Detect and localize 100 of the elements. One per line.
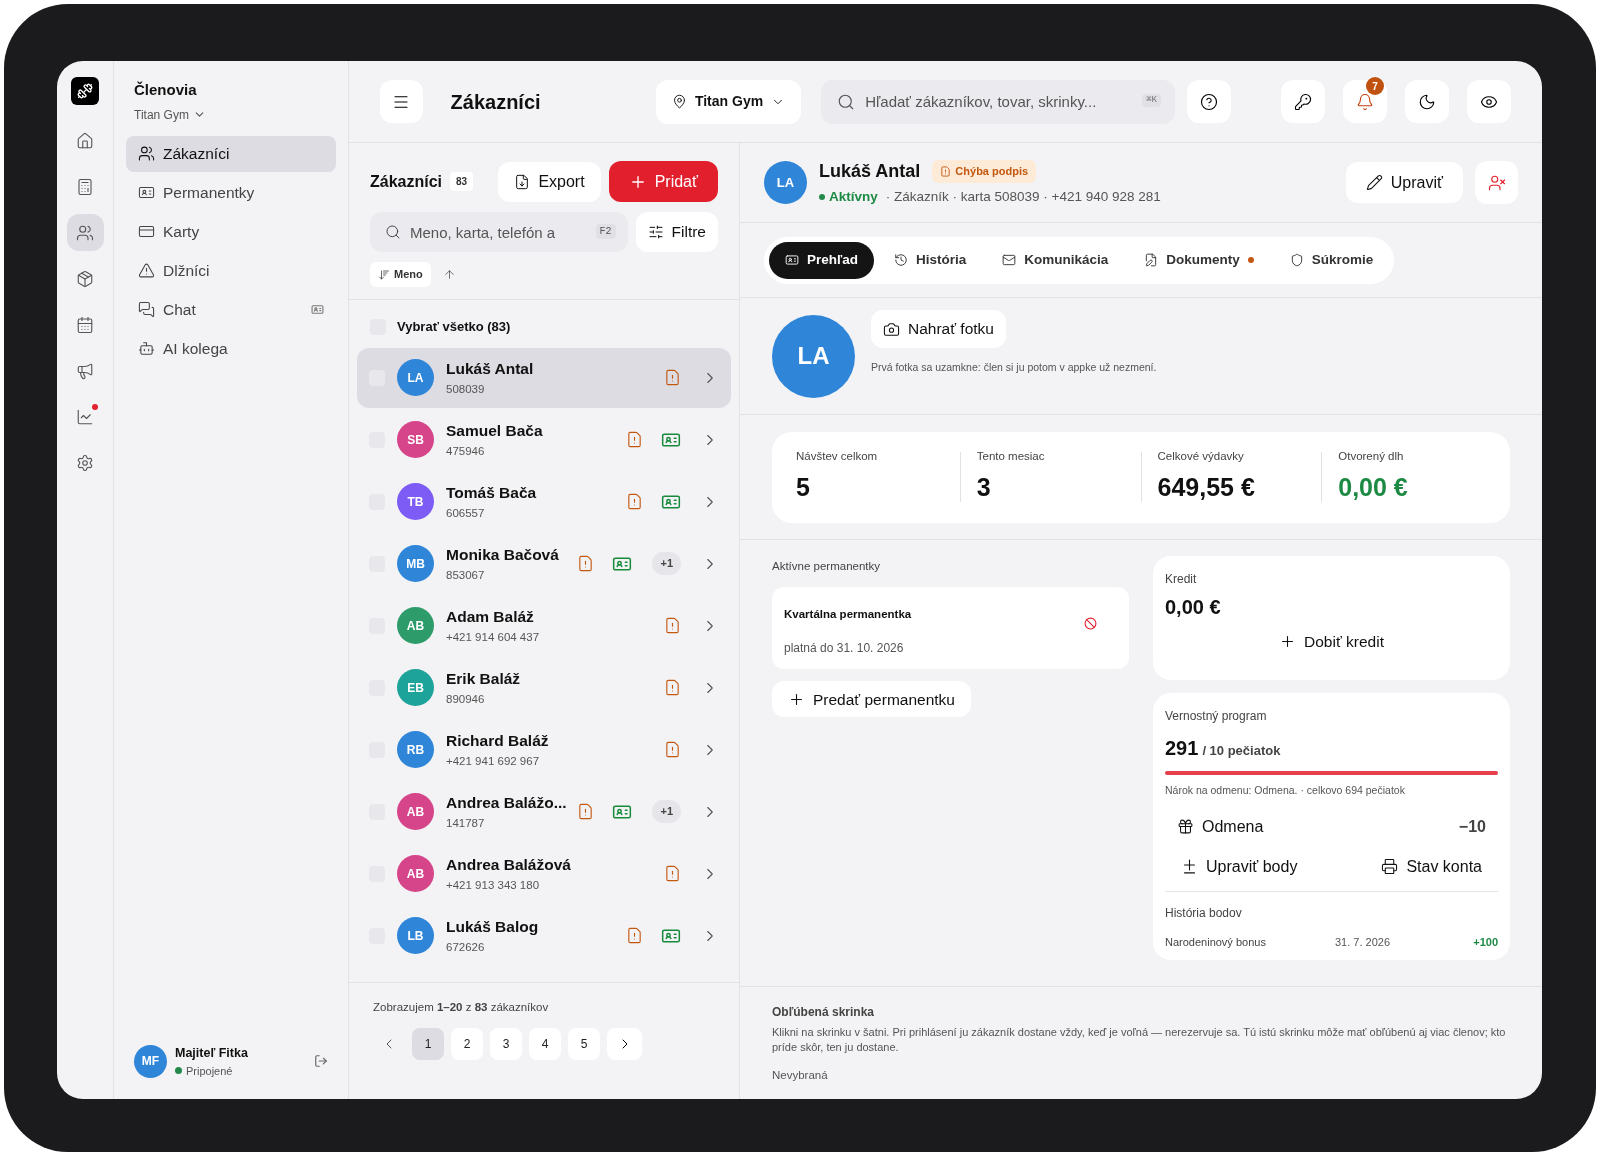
- export-button[interactable]: Export: [498, 161, 601, 202]
- customer-row[interactable]: AB Adam Baláž +421 914 604 437: [357, 595, 731, 656]
- customer-avatar: MB: [397, 545, 434, 582]
- pass-card[interactable]: Kvartálna permanentka platná do 31. 10. 2026: [772, 587, 1129, 670]
- key-button[interactable]: [1281, 80, 1325, 123]
- top-up-button[interactable]: Dobiť kredit: [1279, 630, 1384, 654]
- customer-row[interactable]: AB Andrea Balážová +421 913 343 180: [357, 843, 731, 904]
- location-selector[interactable]: Titan Gym: [655, 79, 802, 124]
- preview-button[interactable]: [1467, 80, 1511, 123]
- count-badge: 83: [450, 172, 474, 191]
- rail-button[interactable]: [66, 214, 104, 251]
- sidebar-item[interactable]: Karty: [126, 213, 336, 250]
- page-button[interactable]: 5: [568, 1028, 600, 1061]
- customer-status: Aktívny: [829, 187, 878, 206]
- customer-name: Monika Bačová: [446, 545, 560, 566]
- user-status: Pripojené: [186, 1063, 233, 1079]
- logout-icon[interactable]: [314, 1054, 328, 1069]
- settings-icon: [76, 453, 94, 472]
- user-avatar: MF: [134, 1044, 167, 1078]
- deactivate-button[interactable]: [1475, 161, 1518, 204]
- stat-label: Tento mesiac: [976, 448, 1046, 464]
- help-button[interactable]: [1187, 80, 1231, 123]
- locker-title: Obľúbená skrinka: [772, 1004, 875, 1021]
- customer-row[interactable]: AB Andrea Balážo... 141787 +1: [357, 781, 731, 842]
- filter-button[interactable]: Filtre: [635, 212, 718, 252]
- tab[interactable]: Prehľad: [769, 241, 874, 279]
- home-icon: [76, 131, 94, 150]
- printer-icon: [1381, 858, 1399, 876]
- file-download-icon: [514, 173, 531, 190]
- customer-row[interactable]: LB Lukáš Balog 672626: [357, 905, 731, 966]
- customer-row[interactable]: EB Erik Baláž 890946: [357, 657, 731, 718]
- sidebar-label: Zákazníci: [163, 143, 231, 164]
- stat-value: 0,00 €: [1338, 471, 1409, 503]
- notification-count: 7: [1366, 77, 1384, 95]
- customer-row[interactable]: LA Lukáš Antal 508039: [357, 347, 731, 408]
- sidebar-label: Karty: [163, 221, 201, 242]
- document-warning-icon: [626, 927, 643, 944]
- app-logo[interactable]: [71, 77, 99, 105]
- customer-row[interactable]: TB Tomáš Bača 606557: [357, 471, 731, 532]
- customer-detail: 853067: [446, 567, 486, 583]
- page-button[interactable]: 4: [529, 1028, 561, 1061]
- sidebar-item[interactable]: AI kolega: [126, 330, 336, 367]
- reward-button[interactable]: Odmena −10: [1165, 810, 1498, 843]
- camera-icon: [883, 320, 900, 338]
- customer-name: Richard Baláž: [446, 731, 550, 752]
- adjust-points-button[interactable]: Upraviť body: [1181, 854, 1298, 879]
- shield-icon: [1289, 253, 1304, 267]
- robot-icon: [138, 340, 155, 357]
- moon-icon: [1418, 92, 1436, 111]
- page-button[interactable]: 1: [412, 1028, 444, 1061]
- sidebar-item[interactable]: Dlžníci: [126, 252, 336, 289]
- key-icon: [1294, 92, 1312, 111]
- pencil-icon: [1365, 174, 1383, 191]
- document-warning-icon: [577, 803, 595, 820]
- id-card-icon: [785, 253, 799, 267]
- bell-icon: [1356, 92, 1374, 111]
- stat-value: 649,55 €: [1157, 471, 1256, 503]
- sell-pass-button[interactable]: Predať permanentku: [772, 681, 971, 718]
- add-button[interactable]: Pridať: [608, 161, 718, 202]
- sidebar-label: Permanentky: [163, 182, 256, 203]
- customer-name: Tomáš Bača: [446, 483, 538, 504]
- mail-icon: [1002, 253, 1017, 267]
- customer-detail: 475946: [446, 443, 486, 459]
- stat-value: 5: [796, 471, 811, 503]
- sidebar-item[interactable]: Zákazníci: [126, 135, 336, 172]
- tab[interactable]: Komunikácia: [986, 241, 1125, 279]
- notifications-button[interactable]: 7: [1343, 80, 1387, 123]
- select-all-label: Vybrať všetko (83): [397, 318, 511, 336]
- document-warning-icon: [664, 679, 681, 696]
- tab[interactable]: História: [877, 241, 983, 279]
- page-button[interactable]: 3: [490, 1028, 522, 1061]
- gift-icon: [1177, 818, 1194, 836]
- page-button[interactable]: 2: [451, 1028, 483, 1061]
- customer-meta: · Zákazník · karta 508039 · +421 940 928 281: [885, 187, 1161, 206]
- statement-button[interactable]: Stav konta: [1381, 854, 1482, 879]
- history-label: Narodeninový bonus: [1165, 934, 1267, 950]
- customer-name: Erik Baláž: [446, 669, 522, 690]
- sort-button[interactable]: Meno: [370, 262, 431, 287]
- section-title: Aktívne permanentky: [772, 559, 882, 574]
- customer-row[interactable]: RB Richard Baláž +421 941 692 967: [357, 719, 731, 780]
- customer-detail: 672626: [446, 939, 486, 955]
- sidebar-item[interactable]: Permanentky: [126, 174, 336, 211]
- tab[interactable]: Dokumenty: [1128, 241, 1270, 279]
- more-badge: +1: [652, 552, 681, 575]
- credit-value: 0,00 €: [1165, 595, 1222, 620]
- tab[interactable]: Súkromie: [1273, 241, 1390, 279]
- customer-avatar: LA: [764, 161, 807, 204]
- customer-row[interactable]: SB Samuel Bača 475946: [357, 409, 731, 470]
- section-title: Členovia: [134, 80, 198, 100]
- upload-photo-button[interactable]: Nahrať fotku: [871, 310, 1006, 348]
- sidebar-item[interactable]: Chat: [126, 291, 336, 328]
- sort-direction-icon[interactable]: [442, 268, 456, 281]
- cancel-icon[interactable]: [1084, 617, 1097, 631]
- menu-button[interactable]: [380, 80, 423, 123]
- customer-row[interactable]: MB Monika Bačová 853067 +1: [357, 533, 731, 594]
- edit-button[interactable]: Upraviť: [1345, 162, 1463, 203]
- theme-button[interactable]: [1405, 80, 1449, 123]
- card-icon: [138, 223, 155, 240]
- gym-selector[interactable]: Titan Gym: [134, 105, 206, 124]
- more-badge: +1: [652, 800, 681, 823]
